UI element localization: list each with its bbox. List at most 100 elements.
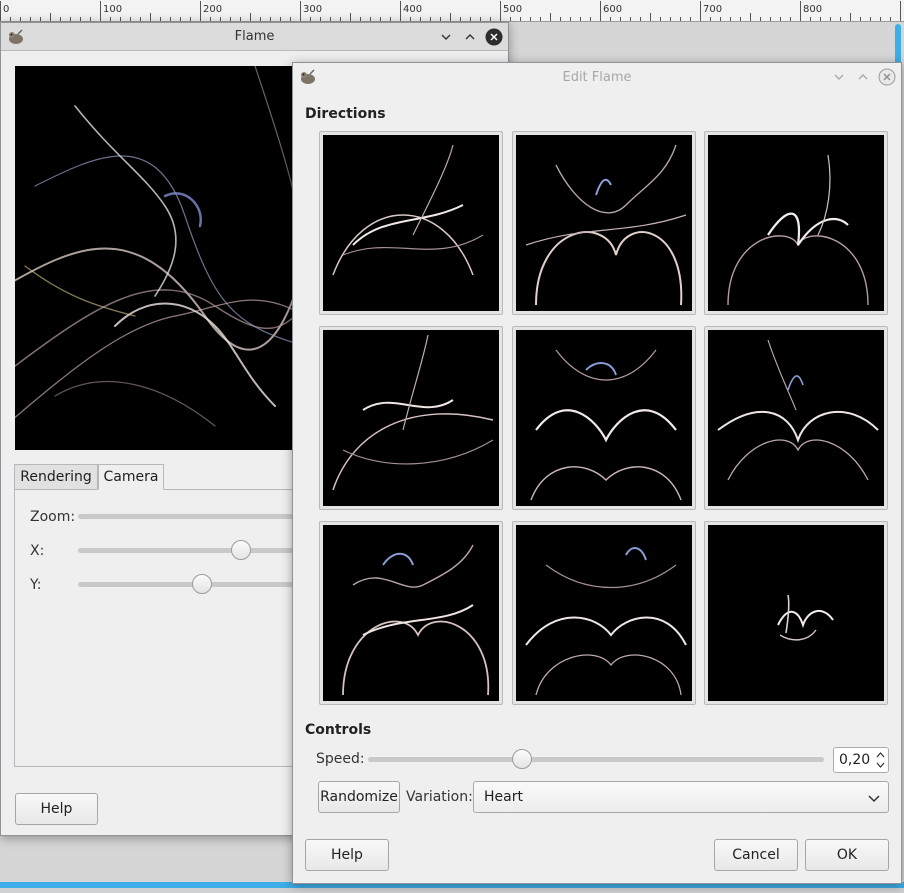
maximize-icon[interactable] [461, 28, 479, 46]
direction-thumbnail[interactable] [704, 326, 888, 510]
direction-thumbnail[interactable] [319, 131, 503, 315]
randomize-button[interactable]: Randomize [318, 781, 400, 813]
ruler-tick [820, 17, 821, 21]
cancel-button[interactable]: Cancel [714, 839, 798, 871]
x-slider-handle[interactable] [231, 540, 251, 560]
close-icon[interactable] [878, 68, 896, 86]
ok-button[interactable]: OK [805, 839, 889, 871]
maximize-icon[interactable] [854, 68, 872, 86]
ruler-tick [420, 17, 421, 21]
ruler-tick [340, 17, 341, 21]
ruler-tick [80, 17, 81, 21]
help-button[interactable]: Help [15, 793, 98, 825]
ruler-tick [620, 17, 621, 21]
direction-thumbnail[interactable] [704, 131, 888, 315]
ruler-tick [10, 17, 11, 21]
ruler-tick [370, 17, 371, 21]
ruler-tick [760, 17, 761, 21]
ruler-tick [130, 17, 131, 21]
direction-thumbnail[interactable] [512, 521, 696, 705]
y-slider[interactable] [78, 582, 299, 587]
ruler-tick [350, 13, 351, 21]
ruler-tick [390, 17, 391, 21]
variation-dropdown[interactable]: Heart [473, 781, 889, 813]
ruler-tick [330, 17, 331, 21]
direction-thumbnail[interactable] [704, 521, 888, 705]
ruler-tick [570, 17, 571, 21]
ruler-tick [120, 17, 121, 21]
ruler-tick [450, 13, 451, 21]
tab-rendering[interactable]: Rendering [14, 464, 98, 490]
horizontal-ruler: 0 100 200 300 400 500 600 700 800 [0, 0, 904, 22]
ruler-tick [60, 17, 61, 21]
speed-spinbox[interactable]: 0,20 [833, 747, 889, 773]
ruler-tick [210, 17, 211, 21]
tab-camera[interactable]: Camera [98, 464, 164, 490]
minimize-icon[interactable] [830, 68, 848, 86]
flame-titlebar[interactable]: Flame [1, 23, 508, 51]
ruler-label: 700 [703, 4, 723, 15]
ruler-tick [510, 17, 511, 21]
edit-flame-titlebar[interactable]: Edit Flame [293, 63, 901, 91]
ruler-tick [360, 17, 361, 21]
ruler-tick [650, 13, 651, 21]
ruler-tick [260, 17, 261, 21]
ruler-tick [490, 17, 491, 21]
ruler-tick [410, 17, 411, 21]
ruler-tick [590, 17, 591, 21]
y-slider-handle[interactable] [192, 574, 212, 594]
ruler-tick [890, 17, 891, 21]
ruler-label: 100 [103, 4, 123, 15]
directions-heading: Directions [305, 106, 386, 122]
ruler-label: 400 [403, 4, 423, 15]
minimize-icon[interactable] [437, 28, 455, 46]
direction-thumbnail[interactable] [319, 521, 503, 705]
ruler-tick [880, 17, 881, 21]
ruler-tick [480, 17, 481, 21]
window-title: Edit Flame [562, 69, 632, 85]
ruler-label: 800 [803, 4, 823, 15]
ruler-tick [140, 17, 141, 21]
ruler-tick [670, 17, 671, 21]
speed-slider[interactable] [368, 757, 824, 762]
ruler-label: 300 [303, 4, 323, 15]
direction-thumbnail[interactable] [319, 326, 503, 510]
ruler-tick [150, 13, 151, 21]
ruler-tick [290, 17, 291, 21]
ruler-tick [700, 1, 701, 21]
ruler-tick [280, 17, 281, 21]
direction-thumbnail[interactable] [512, 326, 696, 510]
ruler-tick [900, 1, 901, 21]
controls-heading: Controls [305, 722, 372, 738]
edit-flame-window: Edit Flame Directions Controls Speed: 0,… [292, 62, 902, 884]
window-title: Flame [234, 29, 275, 44]
ruler-tick [770, 17, 771, 21]
ruler-tick [430, 17, 431, 21]
ruler-tick [710, 17, 711, 21]
close-icon[interactable] [485, 28, 503, 46]
ruler-tick [250, 13, 251, 21]
ruler-tick [270, 17, 271, 21]
chevron-down-icon [868, 795, 880, 803]
direction-thumbnail[interactable] [512, 131, 696, 315]
zoom-label: Zoom: [30, 509, 76, 525]
camera-tab-panel [14, 489, 299, 767]
ruler-tick [870, 17, 871, 21]
ruler-tick [380, 17, 381, 21]
ruler-tick [680, 17, 681, 21]
spin-arrows-icon[interactable] [876, 750, 885, 770]
ruler-tick [630, 17, 631, 21]
ruler-tick [580, 17, 581, 21]
ruler-tick [740, 17, 741, 21]
speed-label: Speed: [316, 751, 365, 767]
ruler-tick [320, 17, 321, 21]
speed-value: 0,20 [839, 752, 871, 768]
zoom-slider[interactable] [78, 514, 299, 519]
ruler-tick [860, 17, 861, 21]
speed-slider-handle[interactable] [512, 749, 532, 769]
x-label: X: [30, 543, 45, 559]
x-slider[interactable] [78, 548, 299, 553]
ruler-tick [500, 1, 501, 21]
ruler-tick [440, 17, 441, 21]
help-button[interactable]: Help [305, 839, 389, 871]
